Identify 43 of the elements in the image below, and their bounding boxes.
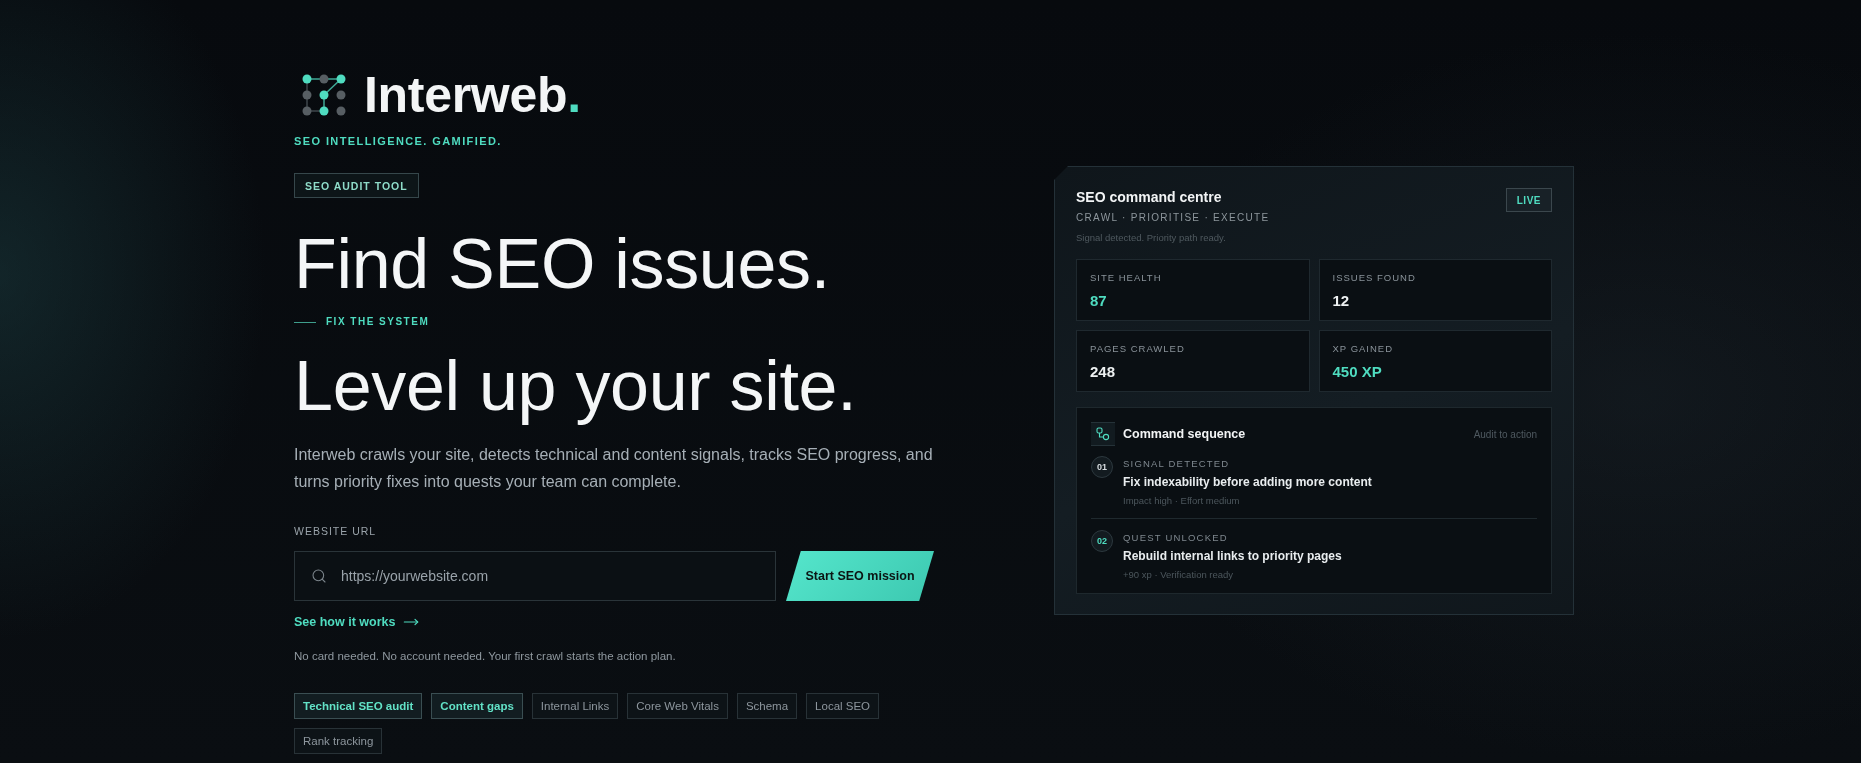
stat-value: 248 [1090, 363, 1116, 381]
note-text: No card needed. No account needed. Your first crawl starts the action plan. [294, 649, 676, 663]
url-input-field[interactable]: https://yourwebsite.com [294, 551, 776, 601]
stat-value: 450 XP [1332, 363, 1382, 381]
card-subtitle: CRAWL · PRIORITISE · EXECUTE [1076, 211, 1270, 225]
stat-label: PAGES CRAWLED [1090, 343, 1185, 355]
step-label: QUEST UNLOCKED [1123, 532, 1228, 544]
step-number: 02 [1091, 530, 1113, 552]
topic-chip[interactable]: Content gaps [431, 693, 523, 719]
network-grid-logo-icon [302, 74, 346, 116]
sequence-caption: Audit to action [1473, 428, 1537, 440]
step-title: Rebuild internal links to priority pages [1123, 548, 1342, 564]
sequence-title: Command sequence [1123, 427, 1246, 441]
step-title: Fix indexability before adding more content [1123, 474, 1372, 490]
topic-chip[interactable]: Schema [736, 693, 798, 719]
card-title: SEO command centre [1076, 188, 1223, 206]
category-badge: SEO AUDIT TOOL [294, 173, 419, 198]
stat-label: ISSUES FOUND [1332, 272, 1416, 284]
field-label: WEBSITE URL [294, 524, 377, 538]
topic-chip[interactable]: Internal Links [531, 693, 619, 719]
step-meta: Impact high · Effort medium [1123, 494, 1240, 507]
topic-chip[interactable]: Core Web Vitals [627, 693, 728, 719]
topic-chip[interactable]: Local SEO [806, 693, 880, 719]
stat-value: 87 [1090, 292, 1107, 310]
start-mission-button[interactable]: Start SEO mission [786, 551, 934, 601]
eyebrow-text: FIX THE SYSTEM [326, 315, 430, 329]
nodes-icon [1091, 422, 1115, 446]
step-label: SIGNAL DETECTED [1123, 458, 1230, 470]
topic-chip[interactable]: Rank tracking [294, 728, 383, 754]
live-badge: LIVE [1505, 188, 1552, 212]
search-icon [311, 568, 327, 584]
stat-value: 12 [1332, 292, 1350, 310]
brand-tagline: SEO INTELLIGENCE. GAMIFIED. [294, 134, 502, 148]
headline: Find SEO issues. [294, 229, 830, 299]
step-meta: +90 xp · Verification ready [1123, 568, 1234, 581]
status-message: Signal detected. Priority path ready. [1076, 231, 1227, 244]
topic-chip[interactable]: Technical SEO audit [294, 693, 423, 719]
stat-label: SITE HEALTH [1090, 272, 1162, 284]
stat-label: XP GAINED [1332, 343, 1394, 355]
step-number: 01 [1091, 456, 1113, 478]
description: Interweb crawls your site, detects technical and content signals, tracks SEO progress, and turns priority fixes into quests your team can complete. [294, 445, 934, 492]
brand-name: Interweb. [364, 70, 581, 120]
see-how-link[interactable]: See how it works [294, 614, 420, 630]
